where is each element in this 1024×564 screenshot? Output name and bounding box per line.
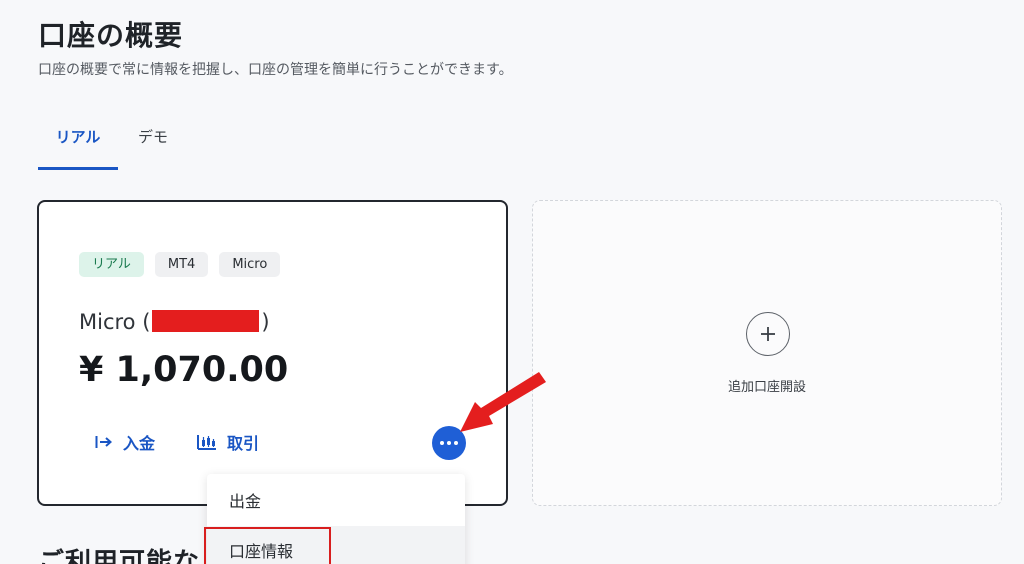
badge-account-type: Micro — [219, 252, 281, 277]
page-subtitle: 口座の概要で常に情報を把握し、口座の管理を簡単に行うことができます。 — [38, 62, 513, 78]
page-title: 口座の概要 — [38, 19, 184, 52]
account-name-prefix: Micro ( — [79, 310, 151, 334]
annotation-arrow-icon — [460, 372, 546, 432]
account-name: Micro () — [79, 310, 270, 334]
tab-demo[interactable]: デモ — [118, 120, 208, 170]
dot — [447, 441, 451, 445]
account-badges: リアル MT4 Micro — [79, 252, 281, 277]
candlestick-chart-icon — [197, 434, 217, 450]
annotation-highlight-box — [204, 527, 331, 564]
plus-icon[interactable] — [746, 312, 790, 356]
account-balance: ¥ 1,070.00 — [79, 350, 289, 390]
add-account-label: 追加口座開設 — [727, 380, 806, 395]
dot — [440, 441, 444, 445]
badge-platform: MT4 — [154, 252, 209, 277]
account-actions: 入金 取引 — [95, 430, 259, 454]
menu-item-withdraw[interactable]: 出金 — [207, 474, 465, 526]
trade-button[interactable]: 取引 — [197, 430, 259, 454]
tab-real[interactable]: リアル — [38, 120, 118, 170]
trade-label: 取引 — [227, 434, 260, 453]
deposit-button[interactable]: 入金 — [95, 430, 155, 454]
account-name-suffix: ) — [261, 310, 270, 334]
account-card: リアル MT4 Micro Micro () ¥ 1,070.00 入金 取引 — [37, 200, 508, 506]
dot — [454, 441, 458, 445]
deposit-arrow-icon — [95, 435, 113, 449]
add-account-card[interactable]: 追加口座開設 — [532, 200, 1002, 506]
next-section-title: ご利用可能な — [38, 548, 201, 564]
deposit-label: 入金 — [123, 434, 156, 453]
redaction-bar — [152, 310, 260, 332]
badge-real: リアル — [79, 252, 144, 277]
account-tabs: リアル デモ — [38, 120, 208, 170]
